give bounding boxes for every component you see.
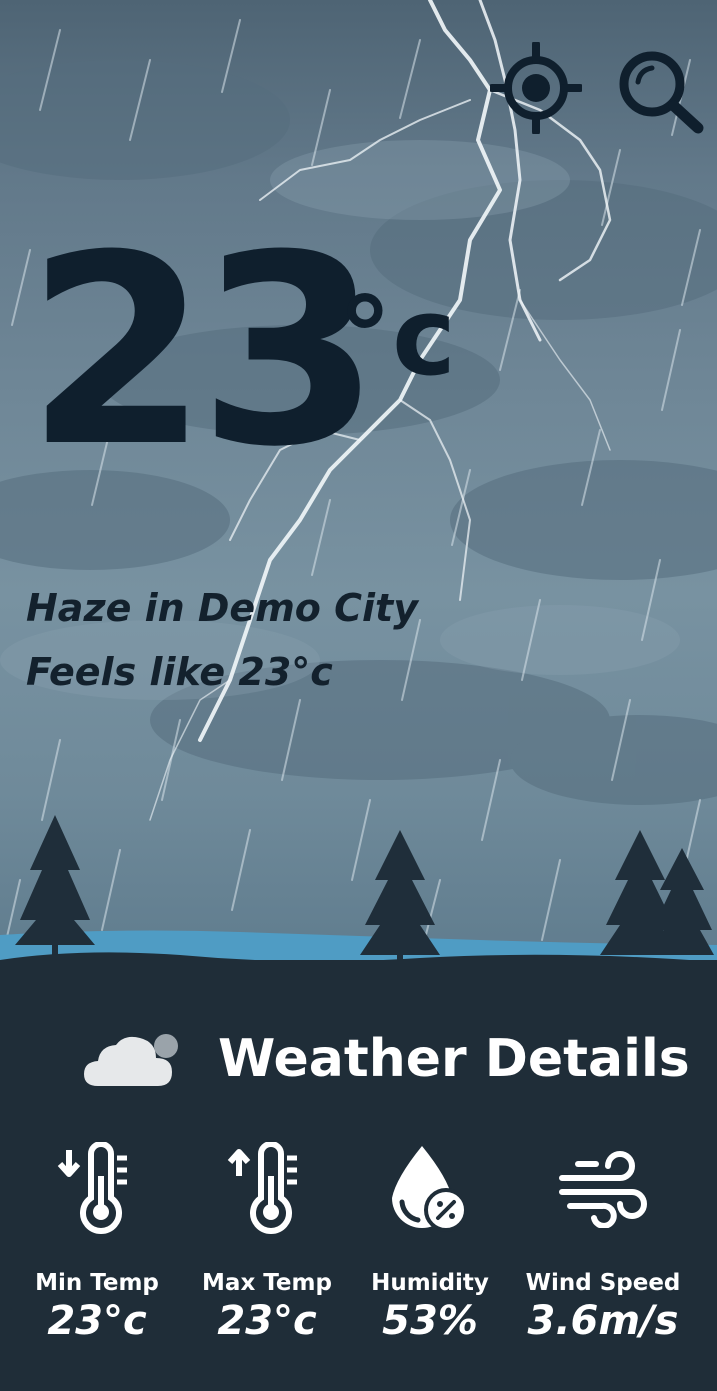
temperature-unit: °c [338, 275, 457, 400]
current-location-button[interactable] [488, 40, 584, 136]
stat-label: Wind Speed [525, 1270, 681, 1296]
stat-value: 23°c [47, 1298, 147, 1344]
stat-max-temp: Max Temp 23°c [182, 1140, 352, 1344]
temperature-value: 23 [26, 199, 381, 504]
stat-value: 3.6m/s [527, 1298, 679, 1344]
weather-details-header: Weather Details [84, 1024, 690, 1094]
current-temperature: 23 °c [26, 199, 456, 504]
condition-location-text: Haze in Demo City [26, 586, 418, 630]
stat-label: Max Temp [202, 1270, 332, 1296]
feels-like-text: Feels like 23°c [26, 650, 333, 694]
stat-min-temp: Min Temp 23°c [12, 1140, 182, 1344]
thermometer-down-icon [57, 1142, 127, 1234]
details-title: Weather Details [218, 1029, 690, 1089]
cloud-icon [84, 1034, 178, 1086]
weather-background: 23 °c Haze in Demo City Feels like 23°c [0, 0, 717, 990]
wind-icon [559, 1151, 647, 1228]
humidity-drop-icon [392, 1146, 468, 1232]
search-icon [619, 51, 704, 134]
crosshair-location-icon [488, 40, 584, 136]
stat-label: Humidity [371, 1270, 489, 1296]
weather-description: Haze in Demo City Feels like 23°c [26, 576, 418, 704]
search-button[interactable] [616, 48, 704, 136]
stat-wind-speed: Wind Speed 3.6m/s [518, 1140, 688, 1344]
stat-humidity: Humidity 53% [345, 1140, 515, 1344]
stat-value: 23°c [217, 1298, 317, 1344]
stat-value: 53% [382, 1298, 478, 1344]
thermometer-up-icon [227, 1142, 297, 1234]
stat-label: Min Temp [35, 1270, 159, 1296]
